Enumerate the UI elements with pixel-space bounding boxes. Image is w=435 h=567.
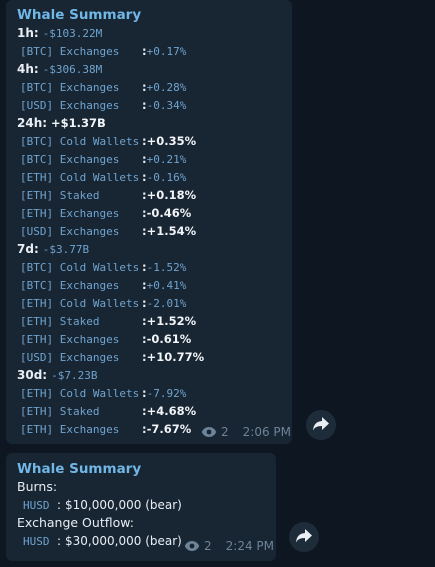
metric-value: +1.54% [146, 224, 197, 238]
period-label: 4h: [17, 62, 39, 76]
metric-row: [ETH] Cold Wallets:-2.01% [20, 294, 186, 312]
metric-row: [BTC] Cold Wallets:-1.52% [20, 258, 186, 276]
period-label: 24h: [17, 116, 48, 130]
metric-value: -7.67% [146, 422, 192, 436]
metric-label: [BTC] Exchanges [20, 153, 120, 166]
metric-value: +1.52% [146, 314, 197, 328]
share-arrow-icon [296, 528, 312, 547]
metric-row: [USD] Exchanges:+10.77% [20, 348, 204, 366]
metric-label: [BTC] Exchanges [20, 279, 120, 292]
burns-row: HUSD: $10,000,000 (bear) [17, 496, 182, 514]
period-line: 1h: -$103.22M [17, 24, 102, 42]
metric-row: [BTC] Exchanges:+0.17% [20, 42, 186, 60]
period-line: 7d: -$3.77B [17, 240, 89, 258]
metric-row: [ETH] Exchanges:-0.46% [20, 204, 191, 222]
period-label: 30d: [17, 368, 48, 382]
metric-label: [ETH] Staked [20, 405, 100, 418]
metric-row: [ETH] Exchanges:-0.61% [20, 330, 191, 348]
metric-label: [ETH] Staked [20, 189, 100, 202]
outflow-colon: : [57, 534, 62, 548]
message-meta: 2 2:06 PM [201, 425, 291, 439]
metric-row: [ETH] Staked:+1.52% [20, 312, 196, 330]
burns-header: Burns: [17, 479, 58, 494]
metric-row: [ETH] Cold Wallets:-7.92% [20, 384, 186, 402]
message-title: Whale Summary [17, 461, 142, 477]
metric-value: -0.46% [146, 206, 192, 220]
metric-value: +0.21% [146, 153, 187, 166]
period-label: 7d: [17, 242, 39, 256]
metric-label: [ETH] Exchanges [20, 333, 120, 346]
message-bubble-1[interactable]: Whale Summary 1h: -$103.22M [BTC] Exchang… [6, 0, 292, 444]
message-meta: 2 2:24 PM [184, 539, 274, 553]
metric-label: [ETH] Exchanges [20, 207, 120, 220]
view-count: 2 [221, 425, 229, 439]
metric-value: +0.18% [146, 188, 197, 202]
metric-label: [ETH] Staked [20, 315, 100, 328]
metric-label: [ETH] Exchanges [20, 423, 120, 436]
metric-value: +10.77% [146, 350, 205, 364]
burns-value: $10,000,000 (bear) [65, 498, 182, 512]
share-button[interactable] [306, 410, 336, 440]
metric-label: [ETH] Cold Wallets [20, 387, 140, 400]
metric-label: [BTC] Exchanges [20, 45, 120, 58]
metric-row: [BTC] Exchanges:+0.28% [20, 78, 186, 96]
metric-label: [USD] Exchanges [20, 99, 120, 112]
period-value: -$3.77B [42, 243, 90, 256]
metric-value: +0.41% [146, 279, 187, 292]
message-title: Whale Summary [17, 7, 142, 23]
metric-value: -0.34% [146, 99, 187, 112]
metric-row: [ETH] Exchanges:-7.67% [20, 420, 191, 438]
metric-value: -2.01% [146, 297, 187, 310]
metric-label: [USD] Exchanges [20, 225, 120, 238]
metric-value: +0.17% [146, 45, 187, 58]
period-line: 4h: -$306.38M [17, 60, 102, 78]
message-bubble-2[interactable]: Whale Summary Burns: HUSD: $10,000,000 (… [6, 453, 276, 561]
burns-token: HUSD [23, 499, 50, 512]
outflow-token: HUSD [23, 535, 50, 548]
metric-row: [USD] Exchanges:+1.54% [20, 222, 196, 240]
view-count: 2 [204, 539, 212, 553]
eye-icon [184, 540, 200, 552]
message-time: 2:24 PM [225, 539, 274, 553]
period-line: 30d: -$7.23B [17, 366, 97, 384]
metric-row: [ETH] Staked:+0.18% [20, 186, 196, 204]
metric-value: -1.52% [146, 261, 187, 274]
metric-label: [USD] Exchanges [20, 351, 120, 364]
burns-colon: : [57, 498, 62, 512]
metric-row: [ETH] Staked:+4.68% [20, 402, 196, 420]
metric-label: [BTC] Exchanges [20, 81, 120, 94]
eye-icon [201, 426, 217, 438]
metric-value: -0.16% [146, 171, 187, 184]
metric-row: [BTC] Cold Wallets:+0.35% [20, 132, 196, 150]
metric-value: +4.68% [146, 404, 197, 418]
message-time: 2:06 PM [242, 425, 291, 439]
outflow-header: Exchange Outflow: [17, 515, 134, 530]
share-arrow-icon [313, 416, 329, 435]
share-button[interactable] [289, 522, 319, 552]
period-line: 24h: +$1.37B [17, 114, 106, 132]
metric-value: +0.28% [146, 81, 187, 94]
metric-label: [ETH] Cold Wallets [20, 297, 140, 310]
outflow-row: HUSD: $30,000,000 (bear) [17, 532, 182, 550]
period-value: -$306.38M [42, 63, 103, 76]
period-value: +$1.37B [51, 116, 106, 130]
metric-row: [BTC] Exchanges:+0.41% [20, 276, 186, 294]
outflow-value: $30,000,000 (bear) [65, 534, 182, 548]
metric-row: [BTC] Exchanges:+0.21% [20, 150, 186, 168]
metric-label: [BTC] Cold Wallets [20, 135, 140, 148]
metric-value: -0.61% [146, 332, 192, 346]
period-label: 1h: [17, 26, 39, 40]
metric-label: [ETH] Cold Wallets [20, 171, 140, 184]
period-value: -$103.22M [42, 27, 103, 40]
metric-row: [ETH] Cold Wallets:-0.16% [20, 168, 186, 186]
metric-value: -7.92% [146, 387, 187, 400]
period-value: -$7.23B [51, 369, 98, 382]
metric-value: +0.35% [146, 134, 197, 148]
metric-label: [BTC] Cold Wallets [20, 261, 140, 274]
metric-row: [USD] Exchanges:-0.34% [20, 96, 186, 114]
